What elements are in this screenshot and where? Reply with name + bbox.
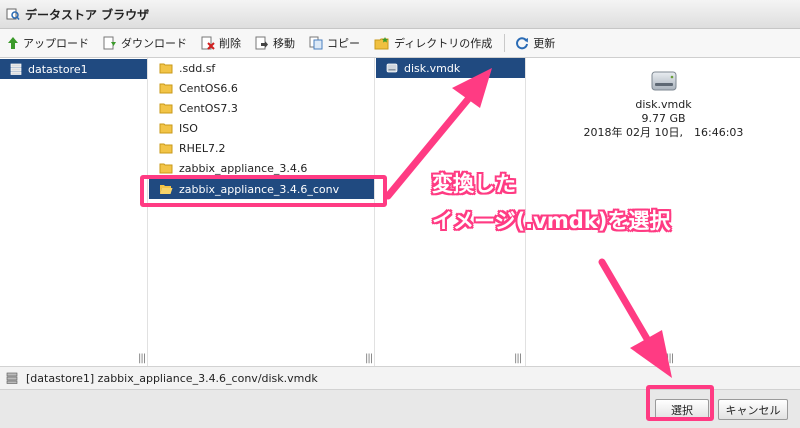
create-directory-label: ディレクトリの作成 bbox=[394, 37, 493, 50]
file-label: disk.vmdk bbox=[404, 61, 461, 75]
column-resize-handle[interactable]: ||| bbox=[138, 353, 146, 364]
file-item-selected[interactable]: disk.vmdk bbox=[376, 58, 525, 78]
cancel-button[interactable]: キャンセル bbox=[718, 399, 788, 420]
folder-item[interactable]: CentOS6.6 bbox=[149, 78, 374, 98]
select-button-highlight-box bbox=[646, 385, 714, 421]
copy-label: コピー bbox=[327, 37, 360, 50]
disk-icon bbox=[386, 63, 398, 73]
folder-label: .sdd.sf bbox=[179, 61, 216, 75]
folder-icon bbox=[159, 83, 173, 94]
upload-label: アップロード bbox=[23, 37, 89, 50]
folder-label: CentOS6.6 bbox=[179, 81, 238, 95]
folder-icon bbox=[159, 163, 173, 174]
folder-item[interactable]: .sdd.sf bbox=[149, 58, 374, 78]
upload-button[interactable]: アップロード bbox=[7, 32, 89, 54]
arrow-up-icon bbox=[8, 37, 18, 49]
new-folder-icon bbox=[374, 37, 389, 50]
preview-size: 9.77 GB bbox=[641, 112, 686, 125]
folder-icon bbox=[159, 63, 173, 74]
delete-icon bbox=[201, 36, 215, 50]
folder-item[interactable]: RHEL7.2 bbox=[149, 138, 374, 158]
annotation-line-2: イメージ(.vmdk)を選択 bbox=[432, 209, 671, 233]
column-resize-handle[interactable]: ||| bbox=[365, 353, 373, 364]
toolbar-separator bbox=[504, 34, 506, 52]
folder-icon bbox=[159, 143, 173, 154]
download-button[interactable]: ダウンロード bbox=[103, 32, 187, 54]
folder-highlight-box bbox=[140, 175, 387, 207]
folder-list[interactable]: .sdd.sf CentOS6.6 CentOS7.3 ISO RHEL7.2 … bbox=[149, 58, 375, 366]
download-file-icon bbox=[103, 36, 116, 50]
refresh-button[interactable]: 更新 bbox=[515, 32, 555, 54]
folder-item[interactable]: CentOS7.3 bbox=[149, 98, 374, 118]
refresh-icon bbox=[516, 37, 529, 50]
datastore-icon bbox=[6, 372, 18, 384]
datastore-label: datastore1 bbox=[28, 62, 88, 76]
folder-item[interactable]: ISO bbox=[149, 118, 374, 138]
folder-label: RHEL7.2 bbox=[179, 141, 226, 155]
folder-icon bbox=[159, 103, 173, 114]
annotation-line-1: 変換した bbox=[432, 172, 516, 196]
create-directory-button[interactable]: ディレクトリの作成 bbox=[374, 32, 492, 54]
hard-disk-icon bbox=[651, 71, 676, 91]
column-resize-handle[interactable]: ||| bbox=[514, 353, 522, 364]
copy-button[interactable]: コピー bbox=[309, 32, 360, 54]
datastore-icon bbox=[10, 63, 22, 75]
datastore-item[interactable]: datastore1 bbox=[0, 59, 147, 79]
download-label: ダウンロード bbox=[121, 37, 187, 50]
datastore-list[interactable]: datastore1 ||| bbox=[0, 58, 148, 366]
copy-icon bbox=[309, 36, 323, 50]
window-titlebar: データストア ブラウザ bbox=[0, 0, 800, 29]
column-resize-handle[interactable]: ||| bbox=[666, 353, 674, 364]
folder-label: zabbix_appliance_3.4.6 bbox=[179, 161, 308, 175]
folder-label: CentOS7.3 bbox=[179, 101, 238, 115]
datastore-browser-icon bbox=[6, 8, 20, 20]
move-icon bbox=[255, 36, 268, 50]
toolbar: アップロード ダウンロード 削除 移動 コピー ディレクトリの作成 更新 bbox=[0, 29, 800, 58]
move-label: 移動 bbox=[273, 37, 295, 50]
delete-button[interactable]: 削除 bbox=[201, 32, 241, 54]
folder-label: ISO bbox=[179, 121, 198, 135]
delete-label: 削除 bbox=[219, 37, 241, 50]
preview-filename: disk.vmdk bbox=[635, 98, 692, 111]
move-button[interactable]: 移動 bbox=[255, 32, 295, 54]
refresh-label: 更新 bbox=[533, 37, 556, 50]
folder-icon bbox=[159, 123, 173, 134]
selected-path: [datastore1] zabbix_appliance_3.4.6_conv… bbox=[26, 371, 318, 385]
preview-date: 2018年 02月 10日, 16:46:03 bbox=[583, 126, 744, 139]
preview-details: disk.vmdk 9.77 GB 2018年 02月 10日, 16:46:0… bbox=[527, 66, 800, 140]
window-title: データストア ブラウザ bbox=[25, 7, 150, 22]
